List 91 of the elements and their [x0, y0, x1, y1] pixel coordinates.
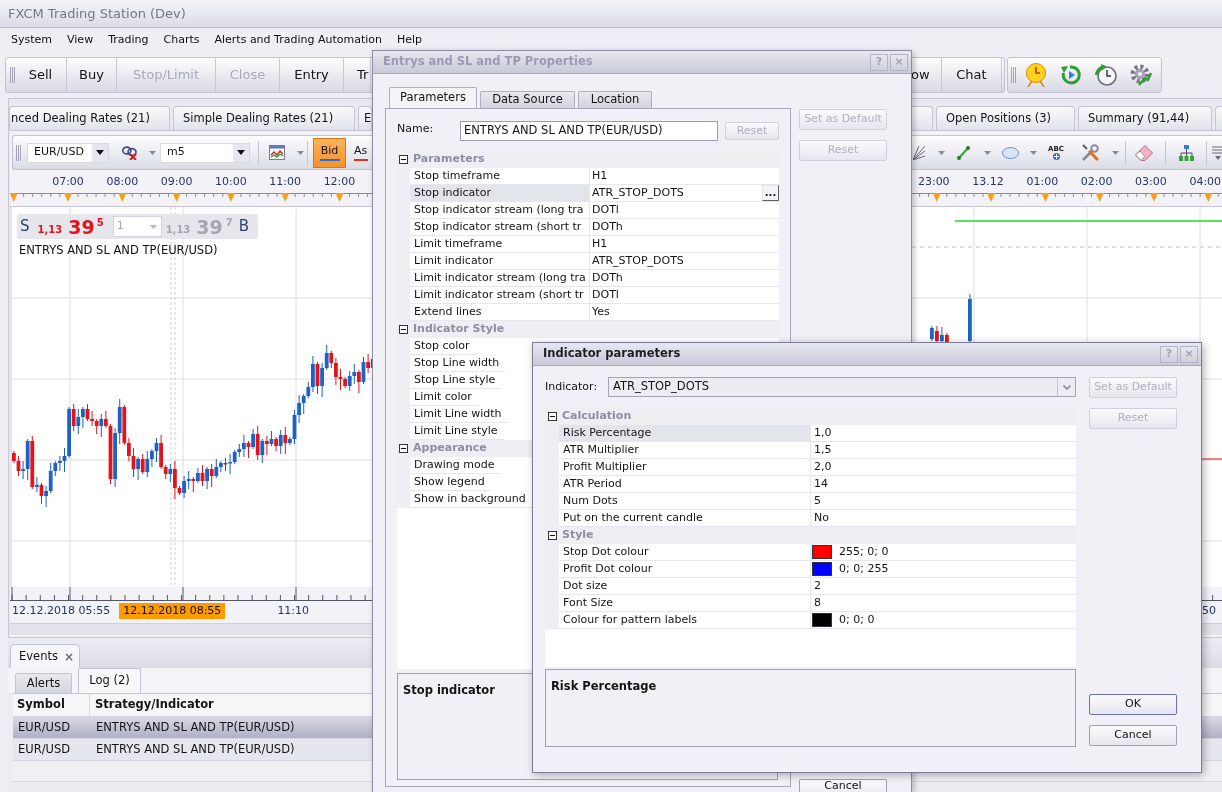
dialog-button[interactable]: OK: [1089, 694, 1177, 715]
property-name[interactable]: Colour for pattern labels: [559, 612, 810, 629]
toolbar-button[interactable]: Chat: [942, 58, 1002, 92]
overflow-menu-icon[interactable]: [1212, 145, 1222, 160]
tab[interactable]: E: [358, 106, 372, 130]
toolbar-button[interactable]: Entry: [280, 58, 344, 92]
axis-label: 11:10: [277, 602, 310, 619]
axis-label: 50: [1202, 602, 1216, 619]
symbol-dropdown[interactable]: EUR/USD: [27, 142, 109, 163]
caret-icon[interactable]: [1112, 150, 1119, 155]
axis-label: 02:00: [1079, 175, 1114, 188]
grip-handle-icon[interactable]: [10, 67, 15, 83]
grip-handle-icon[interactable]: [1011, 67, 1016, 83]
caret-icon[interactable]: [984, 150, 991, 155]
line-chart-icon[interactable]: [269, 145, 285, 160]
dropdown-arrow-icon[interactable]: [96, 150, 104, 155]
tab[interactable]: Parameters: [389, 87, 477, 108]
property-name[interactable]: Font Size: [559, 595, 810, 612]
menu-item[interactable]: Trading: [102, 31, 155, 49]
close-button[interactable]: ×: [63, 650, 74, 663]
column-header[interactable]: Strategy/Indicator: [90, 694, 214, 716]
property-value[interactable]: ATR_STOP_DOTS: [590, 184, 684, 202]
caret-icon[interactable]: [297, 150, 304, 155]
ellipse-icon[interactable]: [1002, 146, 1019, 159]
property-value[interactable]: 0; 0; 0: [839, 611, 875, 629]
eraser-icon[interactable]: [1135, 144, 1153, 161]
axis-label: 03:00: [1134, 175, 1168, 188]
axis-label: 09:00: [159, 175, 194, 188]
unlink-icon[interactable]: [122, 145, 137, 160]
tab[interactable]: nced Dealing Rates (21): [9, 106, 170, 130]
browse-button[interactable]: ...: [762, 185, 779, 201]
price-type-button[interactable]: Bid: [313, 137, 346, 168]
menu-item[interactable]: System: [5, 31, 59, 49]
tab[interactable]: [911, 106, 933, 130]
pin-icon: [1052, 152, 1060, 161]
tab[interactable]: Data Source: [480, 91, 575, 108]
collapse-icon[interactable]: [399, 155, 408, 164]
timeframe-dropdown[interactable]: m5: [160, 142, 250, 163]
toolbar-button[interactable]: Sell: [15, 58, 67, 92]
replay-icon[interactable]: [1060, 65, 1081, 85]
caret-icon[interactable]: [1030, 150, 1037, 155]
fan-lines-icon[interactable]: [913, 145, 925, 160]
tab[interactable]: Log (2): [78, 668, 141, 693]
axis-label: 07:00: [51, 175, 85, 188]
caret-icon[interactable]: [149, 150, 156, 155]
column-header[interactable]: Symbol: [13, 694, 90, 716]
dialog-button[interactable]: Cancel: [1089, 725, 1177, 746]
clock-icon[interactable]: [1094, 64, 1117, 86]
dialog-button[interactable]: Cancel: [799, 779, 887, 792]
menu-item[interactable]: Charts: [157, 31, 206, 49]
tab[interactable]: Simple Dealing Rates (21): [173, 106, 355, 130]
toolbar-button[interactable]: Tr: [344, 58, 371, 92]
dialog-title: Entrys and SL and TP Properties: [383, 53, 593, 71]
menu-item[interactable]: Alerts and Trading Automation: [208, 31, 388, 49]
tab[interactable]: Open Positions (3): [936, 106, 1075, 130]
description-title: Stop indicator: [403, 683, 495, 697]
price-type-button[interactable]: As: [351, 137, 371, 168]
tools-icon[interactable]: [1082, 144, 1099, 161]
axis-label: 12.12.2018 05:55: [12, 602, 111, 619]
toolbar-button[interactable]: Buy: [67, 58, 117, 92]
property-value[interactable]: 8: [810, 595, 1076, 612]
gear-icon[interactable]: [1129, 64, 1152, 86]
dropdown-arrow-icon[interactable]: [237, 150, 245, 155]
name-input[interactable]: ENTRYS AND SL AND TP(EUR/USD): [460, 121, 718, 141]
caret-icon[interactable]: [938, 150, 945, 155]
axis-label: 12.12.2018 08:55: [119, 603, 226, 619]
menu-item[interactable]: Help: [391, 31, 429, 49]
description-title: Risk Percentage: [551, 679, 657, 693]
axis-label: 13.12: [971, 175, 1005, 188]
axis-label: 04:00: [1188, 175, 1222, 188]
axis-label: 12:00: [322, 175, 357, 188]
axis-label: 01:00: [1025, 175, 1060, 188]
line-tool-icon[interactable]: [957, 145, 970, 160]
property-name[interactable]: Stop indicator: [410, 185, 589, 202]
property-name[interactable]: Stop timeframe: [410, 168, 589, 185]
hierarchy-icon[interactable]: [1179, 144, 1194, 161]
category-label: Parameters: [413, 151, 485, 168]
tab[interactable]: Location: [578, 91, 652, 108]
tab[interactable]: Summary (91,44): [1078, 106, 1212, 130]
axis-label: 23:00: [916, 175, 951, 188]
window-title: FXCM Trading Station (Dev): [8, 4, 186, 23]
property-value[interactable]: H1: [589, 168, 779, 185]
menu-item[interactable]: View: [61, 31, 100, 49]
axis-label: 11:00: [268, 175, 303, 188]
axis-label: 10:00: [214, 175, 248, 188]
alarm-clock-icon[interactable]: [1024, 63, 1047, 87]
tab[interactable]: Events ×: [10, 644, 80, 668]
grip-handle-icon[interactable]: [16, 144, 21, 161]
field-label: Name:: [397, 121, 435, 137]
tab[interactable]: Alerts: [15, 673, 72, 693]
axis-label: 08:00: [105, 175, 140, 188]
